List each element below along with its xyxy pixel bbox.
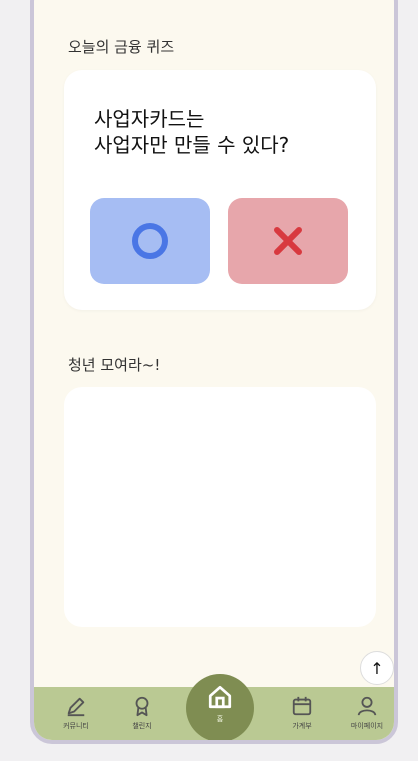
phone-frame: 오늘의 금융 퀴즈 사업자카드는 사업자만 만들 수 있다? 청년 모여라~! … bbox=[30, 0, 398, 744]
calendar-icon bbox=[292, 696, 312, 716]
quiz-question: 사업자카드는 사업자만 만들 수 있다? bbox=[94, 106, 289, 158]
pencil-icon bbox=[67, 697, 85, 717]
quiz-section-title: 오늘의 금융 퀴즈 bbox=[68, 38, 175, 56]
circle-o-icon bbox=[132, 223, 168, 259]
quiz-card: 사업자카드는 사업자만 만들 수 있다? bbox=[64, 70, 376, 310]
nav-item-home[interactable]: 홈 bbox=[186, 684, 254, 724]
nav-label-mypage: 마이페이지 bbox=[350, 722, 384, 730]
quiz-question-line2: 사업자만 만들 수 있다? bbox=[94, 133, 290, 157]
answer-true-button[interactable] bbox=[90, 198, 210, 284]
quiz-question-line1: 사업자카드는 bbox=[94, 107, 205, 131]
home-icon bbox=[208, 685, 232, 709]
nav-label-community: 커뮤니티 bbox=[63, 722, 89, 730]
nav-item-mypage[interactable]: 마이페이지 bbox=[337, 695, 394, 731]
person-icon bbox=[357, 696, 377, 716]
nav-label-home: 홈 bbox=[216, 715, 224, 723]
youth-section-title: 청년 모여라~! bbox=[68, 356, 161, 374]
nav-item-budget[interactable]: 가계부 bbox=[272, 695, 332, 731]
nav-label-budget: 가계부 bbox=[292, 722, 312, 730]
nav-item-challenge[interactable]: 챌린지 bbox=[112, 695, 172, 731]
answer-false-button[interactable] bbox=[228, 198, 348, 284]
arrow-up-icon: ↑ bbox=[370, 658, 384, 678]
youth-card bbox=[64, 387, 376, 627]
medal-icon bbox=[135, 696, 149, 717]
scroll-to-top-button[interactable]: ↑ bbox=[360, 651, 394, 685]
x-icon bbox=[274, 227, 302, 255]
nav-label-challenge: 챌린지 bbox=[132, 722, 152, 730]
nav-item-community[interactable]: 커뮤니티 bbox=[46, 695, 106, 731]
